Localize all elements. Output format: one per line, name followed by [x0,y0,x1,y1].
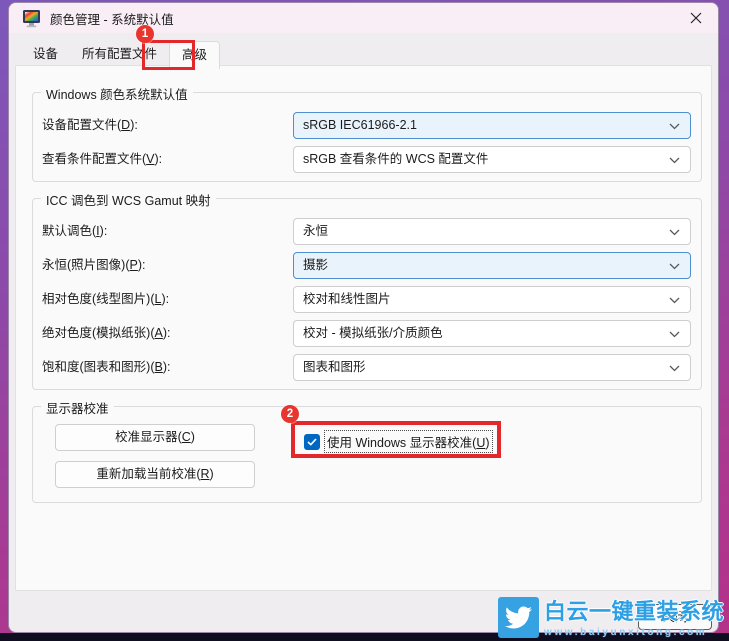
viewing-conditions-profile-label: 查看条件配置文件(V): [42,146,162,173]
calibrate-display-button[interactable]: 校准显示器(C) [55,424,255,451]
perceptual-photo-dropdown[interactable]: 摄影 [293,252,691,279]
relative-colorimetric-label: 相对色度(线型图片)(L): [42,286,169,313]
chevron-down-icon [669,331,680,338]
annotation-badge-step1: 1 [136,25,154,43]
perceptual-photo-label: 永恒(照片图像)(P): [42,252,145,279]
watermark: 白云一键重装系统 www.baiyunxitong.com [498,594,724,638]
default-rendering-intent-label: 默认调色(I): [42,218,107,245]
watermark-url: www.baiyunxitong.com [544,627,724,638]
absolute-colorimetric-label: 绝对色度(模拟纸张)(A): [42,320,170,347]
close-icon [690,12,702,24]
chevron-down-icon [669,365,680,372]
chevron-down-icon [669,263,680,270]
watermark-title: 白云一键重装系统 [544,594,724,626]
default-rendering-intent-dropdown[interactable]: 永恒 [293,218,691,245]
relative-colorimetric-dropdown[interactable]: 校对和线性图片 [293,286,691,313]
device-profile-value: sRGB IEC61966-2.1 [303,118,417,132]
advanced-tab-page: Windows 颜色系统默认值 设备配置文件(D): sRGB IEC61966… [15,65,712,591]
tab-devices[interactable]: 设备 [21,41,70,67]
device-profile-label: 设备配置文件(D): [42,112,138,139]
chevron-down-icon [669,297,680,304]
reload-calibration-button[interactable]: 重新加载当前校准(R) [55,461,255,488]
close-window-button[interactable] [673,3,718,33]
default-rendering-intent-value: 永恒 [303,224,328,238]
annotation-badge-step2: 2 [281,405,299,423]
group-wcs-defaults-title: Windows 颜色系统默认值 [41,84,193,103]
device-profile-dropdown[interactable]: sRGB IEC61966-2.1 [293,112,691,139]
absolute-colorimetric-value: 校对 - 模拟纸张/介质颜色 [303,326,443,340]
absolute-colorimetric-dropdown[interactable]: 校对 - 模拟纸张/介质颜色 [293,320,691,347]
group-icc-gamut-mapping-title: ICC 调色到 WCS Gamut 映射 [41,190,216,209]
window-title: 颜色管理 - 系统默认值 [50,9,174,28]
titlebar: 颜色管理 - 系统默认值 [9,3,718,33]
chevron-down-icon [669,123,680,130]
color-management-dialog: 颜色管理 - 系统默认值 设备 所有配置文件 高级 1 Windows 颜色系统… [8,2,719,633]
group-display-calibration-title: 显示器校准 [41,398,114,417]
annotation-box-step1 [142,40,195,70]
perceptual-photo-value: 摄影 [303,258,328,272]
viewing-conditions-profile-dropdown[interactable]: sRGB 查看条件的 WCS 配置文件 [293,146,691,173]
saturation-charts-label: 饱和度(图表和图形)(B): [42,354,170,381]
color-management-icon [22,9,41,28]
chevron-down-icon [669,229,680,236]
twitter-bird-icon [498,597,539,638]
relative-colorimetric-value: 校对和线性图片 [303,292,391,306]
chevron-down-icon [669,157,680,164]
annotation-box-step2 [291,421,501,458]
saturation-charts-value: 图表和图形 [303,360,366,374]
viewing-conditions-profile-value: sRGB 查看条件的 WCS 配置文件 [303,152,488,166]
saturation-charts-dropdown[interactable]: 图表和图形 [293,354,691,381]
desktop-background: 颜色管理 - 系统默认值 设备 所有配置文件 高级 1 Windows 颜色系统… [0,0,729,641]
